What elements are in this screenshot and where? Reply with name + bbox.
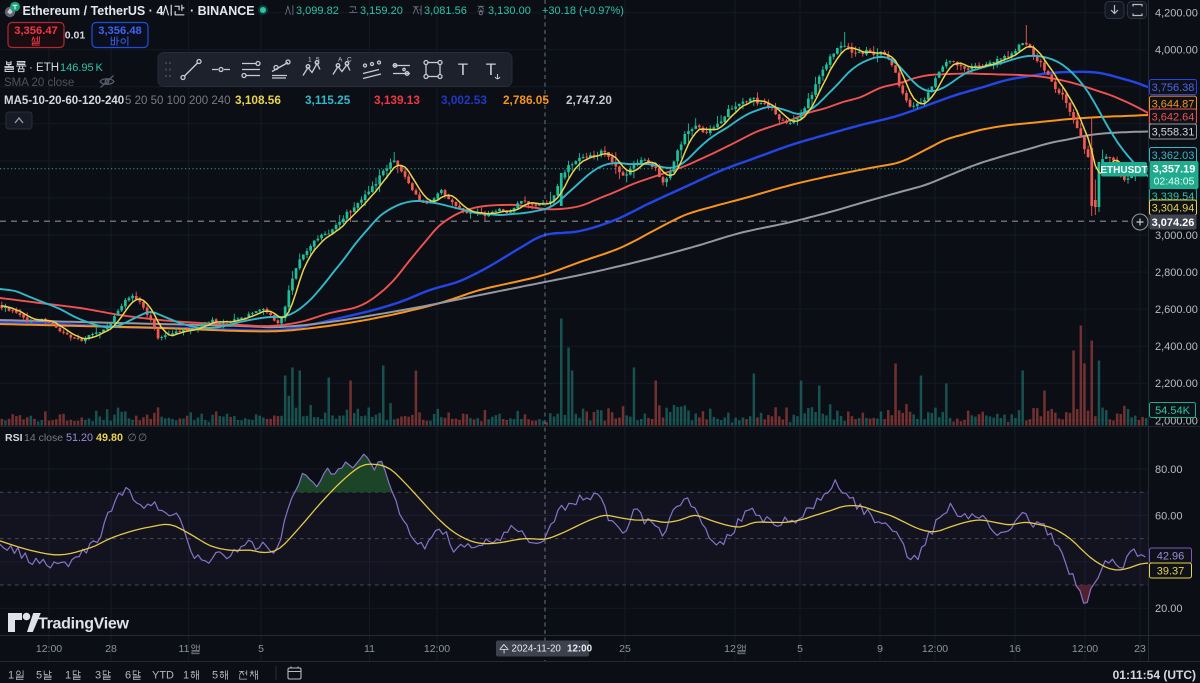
svg-text:5 20 50 100 200 240: 5 20 50 100 200 240	[125, 95, 231, 107]
svg-text:4,000.00: 4,000.00	[1155, 45, 1198, 57]
svg-text:Ethereum / TetherUS · 4: Ethereum / TetherUS · 4	[23, 4, 164, 18]
svg-text:3,756.38: 3,756.38	[1152, 82, 1195, 94]
svg-text:14 close: 14 close	[24, 432, 63, 444]
svg-text:1: 1	[65, 670, 71, 682]
svg-text:9: 9	[877, 643, 883, 655]
svg-text:3,642.64: 3,642.64	[1152, 112, 1195, 124]
svg-text:3,558.31: 3,558.31	[1152, 127, 1195, 139]
svg-text:5: 5	[797, 643, 803, 655]
svg-text:3,159.20: 3,159.20	[360, 5, 403, 17]
svg-text:T: T	[458, 60, 468, 79]
svg-text:1: 1	[183, 670, 189, 682]
svg-text:3,108.56: 3,108.56	[235, 93, 281, 107]
svg-text:3,304.94: 3,304.94	[1152, 203, 1195, 215]
svg-text:20.00: 20.00	[1155, 603, 1183, 615]
svg-text:3,000.00: 3,000.00	[1155, 230, 1198, 242]
svg-text:3,139.13: 3,139.13	[374, 93, 420, 107]
svg-text:54.54K: 54.54K	[1155, 405, 1191, 417]
svg-text:42.96: 42.96	[1157, 551, 1185, 563]
svg-text:4,200.00: 4,200.00	[1155, 8, 1198, 20]
svg-text:11: 11	[179, 643, 190, 655]
svg-text:RSI: RSI	[5, 432, 23, 444]
svg-text:5: 5	[212, 670, 218, 682]
svg-text:12:00: 12:00	[424, 643, 450, 655]
svg-text:3,130.00: 3,130.00	[488, 5, 531, 17]
svg-text:3: 3	[95, 670, 101, 682]
svg-text:49.80: 49.80	[96, 432, 123, 444]
svg-text:· BINANCE: · BINANCE	[190, 4, 255, 18]
svg-text:16: 16	[1009, 643, 1021, 655]
svg-text:146.95: 146.95	[60, 62, 94, 74]
svg-text:2,786.05: 2,786.05	[503, 93, 549, 107]
svg-text:YTD: YTD	[152, 670, 174, 682]
svg-text:0.01: 0.01	[65, 30, 86, 42]
svg-text:3,002.53: 3,002.53	[441, 93, 487, 107]
svg-text:+30.18 (+0.97%): +30.18 (+0.97%)	[542, 5, 624, 17]
svg-text:3,356.48: 3,356.48	[98, 25, 142, 37]
svg-text:2,747.20: 2,747.20	[566, 93, 612, 107]
svg-text:5: 5	[36, 670, 42, 682]
svg-text:2,200.00: 2,200.00	[1155, 378, 1198, 390]
svg-text:5: 5	[316, 57, 320, 64]
svg-text:3,099.82: 3,099.82	[296, 5, 339, 17]
svg-text:MA5-10-20-60-120-240: MA5-10-20-60-120-240	[4, 95, 124, 107]
svg-text:3,081.56: 3,081.56	[424, 5, 467, 17]
svg-text:12:00: 12:00	[567, 644, 593, 655]
svg-text:39.37: 39.37	[1157, 566, 1185, 578]
svg-text:01:11:54 (UTC): 01:11:54 (UTC)	[1113, 668, 1196, 682]
svg-text:3,356.47: 3,356.47	[14, 25, 58, 37]
svg-text:A: A	[338, 57, 343, 64]
svg-text:1: 1	[8, 670, 14, 682]
svg-text:80.00: 80.00	[1155, 464, 1183, 476]
svg-text:2,800.00: 2,800.00	[1155, 267, 1198, 279]
svg-text:12: 12	[724, 643, 736, 655]
svg-text:23: 23	[1134, 643, 1146, 655]
svg-text:12:00: 12:00	[922, 643, 948, 655]
svg-text:12:00: 12:00	[1072, 643, 1098, 655]
svg-text:5: 5	[258, 643, 264, 655]
svg-text:TradingView: TradingView	[38, 616, 130, 633]
svg-text:60.00: 60.00	[1155, 510, 1183, 522]
svg-text:2,400.00: 2,400.00	[1155, 341, 1198, 353]
svg-text:· ETH: · ETH	[29, 62, 59, 74]
svg-text:25: 25	[619, 643, 631, 655]
svg-text:ETHUSDT: ETHUSDT	[1100, 165, 1147, 176]
svg-text:K: K	[96, 62, 104, 74]
svg-text:2024-11-20: 2024-11-20	[512, 644, 562, 655]
svg-text:∅: ∅	[128, 432, 137, 444]
svg-text:1: 1	[308, 57, 312, 64]
svg-text:C: C	[347, 57, 352, 64]
svg-text:∅: ∅	[138, 432, 147, 444]
svg-text:2,600.00: 2,600.00	[1155, 304, 1198, 316]
svg-text:51.20: 51.20	[66, 432, 93, 444]
svg-text:3,074.26: 3,074.26	[1152, 217, 1195, 229]
svg-text:28: 28	[105, 643, 117, 655]
svg-text:3,115.25: 3,115.25	[305, 93, 351, 107]
svg-text:T: T	[486, 60, 496, 79]
svg-text:3,357.19: 3,357.19	[1153, 164, 1196, 176]
svg-text:12:00: 12:00	[36, 643, 62, 655]
svg-text:SMA 20 close: SMA 20 close	[4, 77, 74, 89]
svg-text:3,362.03: 3,362.03	[1152, 150, 1195, 162]
svg-text:6: 6	[125, 670, 131, 682]
svg-text:02:48:05: 02:48:05	[1154, 176, 1195, 188]
svg-text:11: 11	[364, 643, 375, 655]
